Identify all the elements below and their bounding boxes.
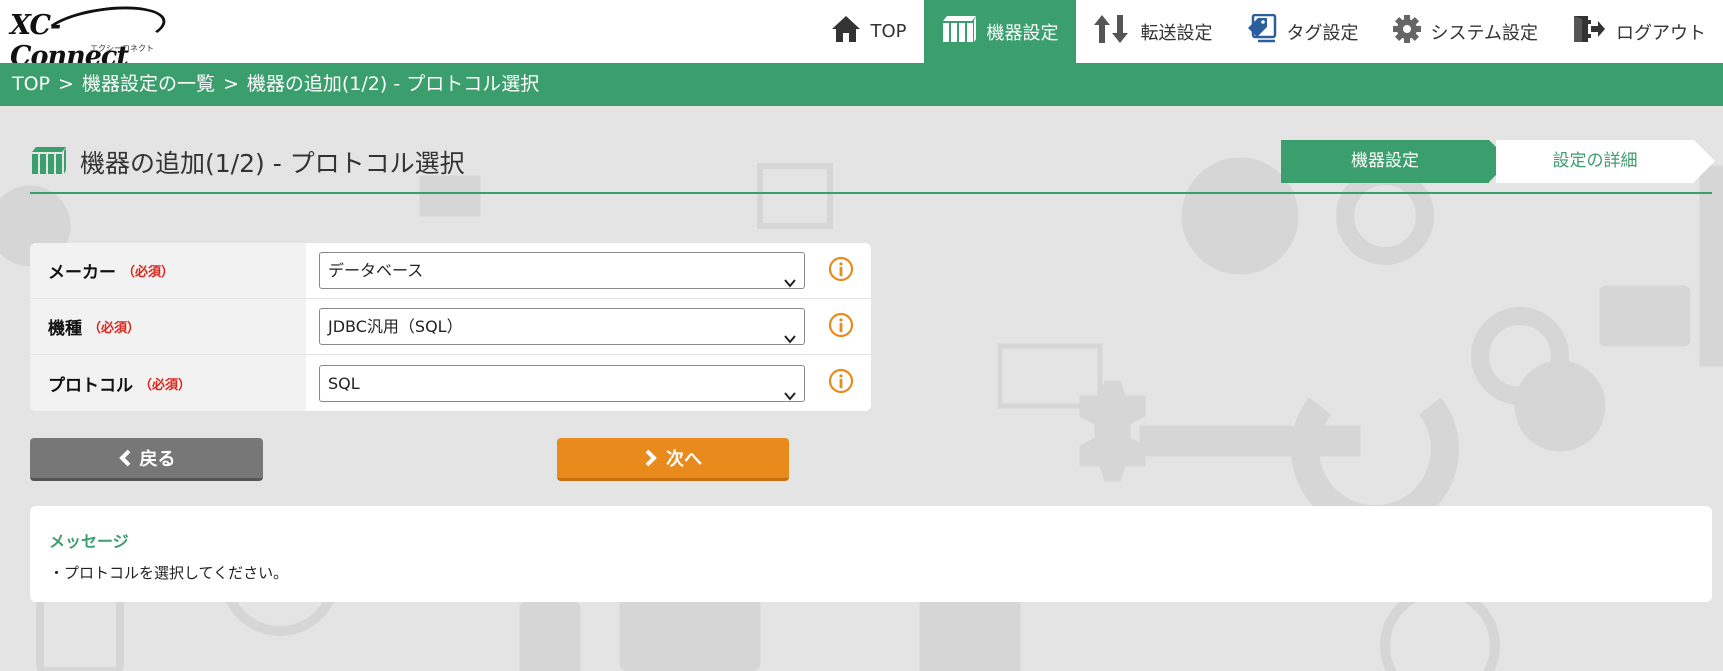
- protocol-select[interactable]: SQL: [319, 364, 805, 402]
- protocol-label-text: プロトコル: [48, 375, 133, 396]
- nav-system-settings[interactable]: システム設定: [1376, 0, 1555, 63]
- breadcrumb: TOP > 機器設定の一覧 > 機器の追加(1/2) - プロトコル選択: [0, 63, 1723, 106]
- maker-select-value: データベース: [328, 261, 424, 280]
- model-label: 機種 （必須）: [30, 299, 306, 354]
- protocol-field: SQL: [306, 355, 871, 411]
- nav-top[interactable]: TOP: [814, 0, 924, 63]
- required-badge: （必須）: [139, 377, 192, 393]
- tag-icon: [1247, 13, 1277, 49]
- step-details: 設定の詳細: [1496, 140, 1715, 183]
- next-button[interactable]: 次へ: [557, 438, 789, 481]
- info-icon[interactable]: [828, 256, 854, 286]
- step-device-settings: 機器設定: [1281, 140, 1510, 183]
- breadcrumb-device-list[interactable]: 機器設定の一覧: [82, 73, 215, 95]
- chevron-left-icon: [118, 449, 130, 467]
- form-row-maker: メーカー （必須） データベース: [30, 243, 871, 299]
- page-title: 機器の追加(1/2) - プロトコル選択: [80, 149, 465, 178]
- model-field: JDBC汎用（SQL）: [306, 299, 871, 354]
- message-title: メッセージ: [49, 532, 129, 551]
- maker-label-text: メーカー: [48, 263, 116, 283]
- chevron-down-icon: [784, 378, 796, 412]
- maker-select[interactable]: データベース: [319, 252, 805, 289]
- back-button-label: 戻る: [139, 449, 176, 470]
- chevron-down-icon: [784, 321, 796, 356]
- nav-top-label: TOP: [870, 21, 907, 42]
- info-icon[interactable]: [828, 368, 854, 398]
- nav-logout-label: ログアウト: [1616, 22, 1706, 44]
- breadcrumb-separator: >: [222, 73, 239, 95]
- protocol-label: プロトコル （必須）: [30, 355, 306, 411]
- nav-system-settings-label: システム設定: [1430, 22, 1538, 44]
- xc-connect-logo[interactable]: XC-Connect エクシーコネクト: [6, 0, 169, 72]
- gear-icon: [1392, 15, 1421, 48]
- logout-icon: [1572, 15, 1606, 48]
- model-select[interactable]: JDBC汎用（SQL）: [319, 308, 805, 345]
- chevron-down-icon: [784, 265, 796, 300]
- main-nav: TOP 機器設定 転送設定 タグ設定 システム設定 ログアウト: [814, 0, 1723, 63]
- device-icon: [941, 15, 977, 48]
- breadcrumb-separator: >: [58, 73, 74, 95]
- title-divider: [30, 192, 1712, 194]
- step-indicator: 機器設定 設定の詳細: [1281, 140, 1715, 183]
- nav-device-settings[interactable]: 機器設定: [923, 0, 1076, 63]
- info-icon[interactable]: [828, 312, 854, 342]
- nav-tag-settings-label: タグ設定: [1286, 22, 1359, 44]
- required-badge: （必須）: [88, 321, 141, 336]
- breadcrumb-current: 機器の追加(1/2) - プロトコル選択: [246, 73, 540, 95]
- maker-label: メーカー （必須）: [30, 243, 306, 298]
- model-label-text: 機種: [48, 319, 82, 339]
- logo-subtext: エクシーコネクト: [90, 44, 154, 53]
- chevron-right-icon: [645, 449, 657, 467]
- model-select-value: JDBC汎用（SQL）: [328, 317, 463, 336]
- maker-field: データベース: [306, 243, 871, 298]
- nav-transfer-settings[interactable]: 転送設定: [1076, 0, 1230, 63]
- nav-logout[interactable]: ログアウト: [1555, 0, 1723, 63]
- form-row-protocol: プロトコル （必須） SQL: [30, 355, 871, 411]
- message-text: ・プロトコルを選択してください。: [49, 564, 289, 582]
- page-title-bar: 機器の追加(1/2) - プロトコル選択: [30, 137, 465, 187]
- transfer-icon: [1093, 14, 1131, 49]
- breadcrumb-top[interactable]: TOP: [12, 73, 50, 95]
- next-button-label: 次へ: [666, 449, 702, 470]
- required-badge: （必須）: [122, 265, 175, 280]
- back-button[interactable]: 戻る: [30, 438, 263, 481]
- nav-tag-settings[interactable]: タグ設定: [1230, 0, 1376, 63]
- form-row-model: 機種 （必須） JDBC汎用（SQL）: [30, 299, 871, 355]
- nav-device-settings-label: 機器設定: [986, 22, 1059, 44]
- message-panel: メッセージ ・プロトコルを選択してください。: [30, 506, 1712, 602]
- nav-transfer-settings-label: 転送設定: [1140, 22, 1213, 44]
- device-form: メーカー （必須） データベース 機種 （必須） JDBC汎用（SQL） プロト…: [30, 243, 871, 411]
- protocol-select-value: SQL: [328, 373, 360, 393]
- app-header: XC-Connect エクシーコネクト TOP 機器設定 転送設定 タグ設定 シ…: [0, 0, 1723, 72]
- device-icon: [30, 145, 68, 179]
- home-icon: [831, 15, 861, 48]
